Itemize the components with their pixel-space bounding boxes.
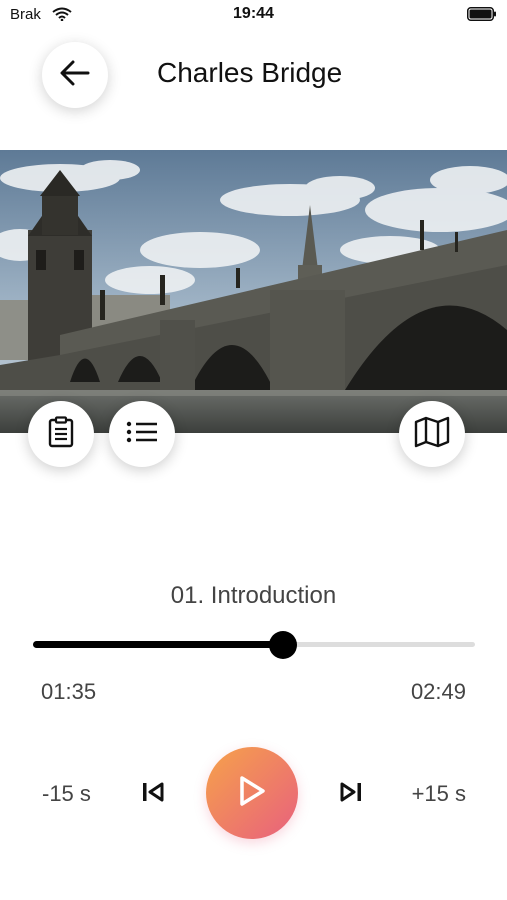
total-time: 02:49 [410, 679, 466, 704]
playlist-button[interactable] [109, 401, 175, 467]
progress-slider[interactable] [33, 630, 475, 659]
skip-forward-button[interactable]: +15 s [412, 781, 466, 807]
map-icon [414, 416, 450, 453]
skip-previous-icon [141, 781, 165, 808]
arrow-left-icon [60, 60, 90, 91]
skip-back-button[interactable]: -15 s [42, 781, 91, 807]
hero-image [0, 150, 507, 433]
skip-next-icon [339, 781, 363, 808]
page-title: Charles Bridge [157, 57, 343, 88]
clipboard-icon [47, 415, 75, 453]
notes-button[interactable] [28, 401, 94, 467]
track-title: 01. Introduction [170, 582, 337, 609]
play-button[interactable] [206, 747, 298, 839]
status-time: 19:44 [233, 5, 274, 22]
battery-icon [467, 7, 497, 21]
next-track-button[interactable] [336, 779, 366, 809]
current-time: 01:35 [41, 679, 97, 704]
status-bar: Brak 19:44 [0, 0, 507, 30]
play-icon [236, 774, 268, 813]
map-button[interactable] [399, 401, 465, 467]
back-button[interactable] [42, 42, 108, 108]
previous-track-button[interactable] [138, 779, 168, 809]
progress-thumb[interactable] [268, 631, 297, 659]
list-icon [126, 420, 158, 449]
progress-fill [33, 641, 283, 648]
